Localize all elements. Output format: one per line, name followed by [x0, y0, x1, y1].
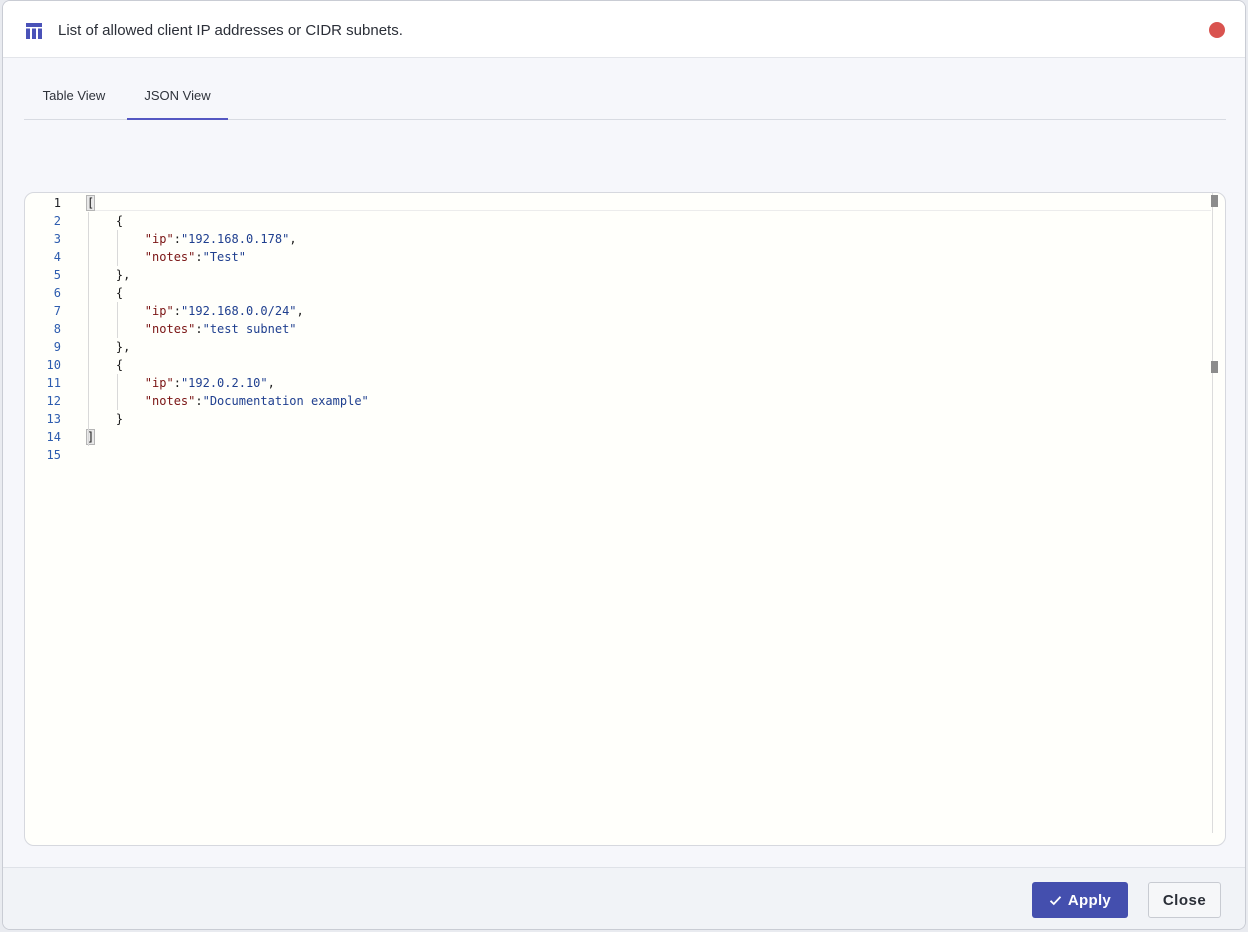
editor-scrollbar[interactable] — [1212, 193, 1213, 833]
dialog-header: List of allowed client IP addresses or C… — [3, 1, 1245, 58]
line-number: 9 — [53, 340, 61, 354]
line-number: 2 — [53, 214, 61, 228]
json-key: "ip" — [144, 232, 174, 246]
line-number-gutter: 1 2 3 4 5 6 7 8 9 10 11 12 13 14 15 — [25, 193, 75, 845]
tab-json-view[interactable]: JSON View — [127, 73, 228, 120]
json-key: "notes" — [144, 394, 196, 408]
line-number: 12 — [46, 394, 61, 408]
tab-table-view[interactable]: Table View — [24, 73, 124, 119]
line-number: 6 — [53, 286, 61, 300]
code-line: "ip":"192.168.0.178", — [144, 232, 297, 246]
code-line: "notes":"test subnet" — [144, 322, 297, 336]
json-key: "ip" — [144, 376, 174, 390]
line-number: 3 — [53, 232, 61, 246]
line-number: 1 — [53, 196, 61, 210]
dialog-footer: Apply Close — [3, 867, 1245, 929]
line-number: 11 — [46, 376, 61, 390]
code-line: { — [115, 286, 124, 300]
json-value: "192.168.0.178" — [180, 232, 290, 246]
line-number: 15 — [46, 448, 61, 462]
close-button[interactable]: Close — [1148, 882, 1221, 918]
scrollbar-marker — [1211, 361, 1218, 373]
dialog-title: List of allowed client IP addresses or C… — [58, 22, 403, 39]
json-value: "192.168.0.0/24" — [180, 304, 297, 318]
code-line: }, — [115, 340, 131, 354]
code-line: "notes":"Test" — [144, 250, 246, 264]
indent-guide — [117, 374, 118, 410]
code-line: "ip":"192.168.0.0/24", — [144, 304, 304, 318]
line-number: 5 — [53, 268, 61, 282]
indent-guide — [117, 302, 118, 338]
active-line-highlight — [87, 194, 1211, 211]
json-value: "192.0.2.10" — [180, 376, 268, 390]
code-line: "ip":"192.0.2.10", — [144, 376, 275, 390]
code-line: "notes":"Documentation example" — [144, 394, 369, 408]
json-key: "notes" — [144, 250, 196, 264]
indent-guide — [117, 230, 118, 266]
code-line: { — [115, 214, 124, 228]
scrollbar-marker — [1211, 195, 1218, 207]
json-key: "notes" — [144, 322, 196, 336]
line-number: 14 — [46, 430, 61, 444]
code-line: { — [115, 358, 124, 372]
close-dot-icon[interactable] — [1209, 22, 1225, 38]
matched-bracket: [ — [85, 195, 96, 211]
apply-button[interactable]: Apply — [1032, 882, 1128, 918]
line-number: 13 — [46, 412, 61, 426]
json-editor[interactable]: 1 2 3 4 5 6 7 8 9 10 11 12 13 14 15 [ { "ip":"192.168.… — [24, 192, 1226, 846]
table-icon — [26, 23, 42, 39]
dialog: List of allowed client IP addresses or C… — [2, 0, 1246, 930]
code-line: [ — [85, 194, 96, 212]
check-icon — [1049, 895, 1062, 905]
indent-guide — [88, 212, 89, 446]
line-number: 4 — [53, 250, 61, 264]
json-value: "Documentation example" — [202, 394, 369, 408]
line-number: 10 — [46, 358, 61, 372]
code-line: }, — [115, 268, 131, 282]
json-key: "ip" — [144, 304, 174, 318]
json-value: "Test" — [202, 250, 246, 264]
view-tabs: Table View JSON View — [24, 73, 1226, 120]
line-number: 7 — [53, 304, 61, 318]
code-line: } — [115, 412, 124, 426]
json-value: "test subnet" — [202, 322, 297, 336]
line-number: 8 — [53, 322, 61, 336]
apply-label: Apply — [1067, 891, 1112, 909]
